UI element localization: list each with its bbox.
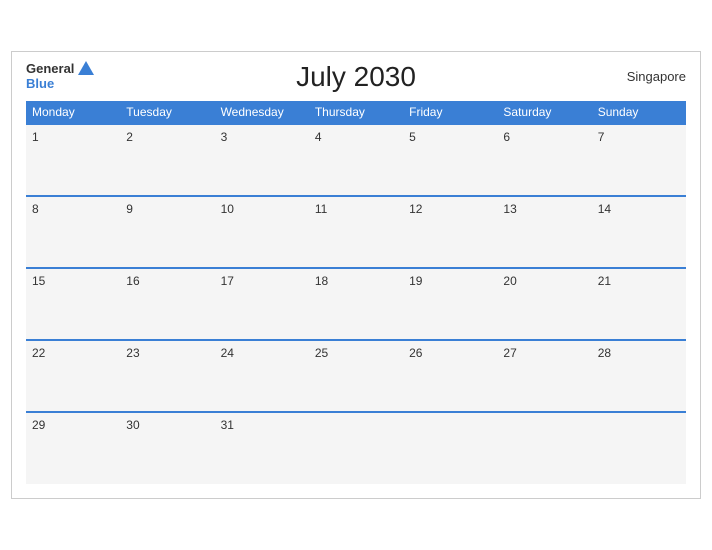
calendar-header-row: MondayTuesdayWednesdayThursdayFridaySatu… <box>26 101 686 124</box>
day-number: 30 <box>126 418 139 432</box>
day-number: 19 <box>409 274 422 288</box>
day-number: 20 <box>503 274 516 288</box>
day-number: 6 <box>503 130 510 144</box>
calendar-cell: 21 <box>592 268 686 340</box>
day-number: 5 <box>409 130 416 144</box>
calendar-cell: 14 <box>592 196 686 268</box>
calendar-cell: 24 <box>215 340 309 412</box>
calendar-grid: MondayTuesdayWednesdayThursdayFridaySatu… <box>26 101 686 484</box>
brand-triangle-icon <box>78 61 94 75</box>
calendar-cell: 12 <box>403 196 497 268</box>
calendar-cell: 25 <box>309 340 403 412</box>
calendar-cell: 22 <box>26 340 120 412</box>
calendar-cell: 2 <box>120 124 214 196</box>
day-number: 25 <box>315 346 328 360</box>
day-number: 1 <box>32 130 39 144</box>
calendar-body: 1234567891011121314151617181920212223242… <box>26 124 686 484</box>
calendar-cell <box>497 412 591 484</box>
calendar-title: July 2030 <box>296 61 416 93</box>
col-header-saturday: Saturday <box>497 101 591 124</box>
day-number: 9 <box>126 202 133 216</box>
calendar-cell: 27 <box>497 340 591 412</box>
calendar-cell: 26 <box>403 340 497 412</box>
day-number: 22 <box>32 346 45 360</box>
calendar-cell: 11 <box>309 196 403 268</box>
calendar-cell: 23 <box>120 340 214 412</box>
day-number: 23 <box>126 346 139 360</box>
day-number: 16 <box>126 274 139 288</box>
calendar-cell: 5 <box>403 124 497 196</box>
calendar-cell: 4 <box>309 124 403 196</box>
brand-blue-text: Blue <box>26 77 54 91</box>
calendar-cell <box>592 412 686 484</box>
day-number: 17 <box>221 274 234 288</box>
day-number: 2 <box>126 130 133 144</box>
day-number: 15 <box>32 274 45 288</box>
day-number: 12 <box>409 202 422 216</box>
calendar-cell: 31 <box>215 412 309 484</box>
col-header-monday: Monday <box>26 101 120 124</box>
calendar-cell: 10 <box>215 196 309 268</box>
calendar-cell: 17 <box>215 268 309 340</box>
day-number: 3 <box>221 130 228 144</box>
day-number: 13 <box>503 202 516 216</box>
calendar-week-1: 1 2 3 4 5 6 7 <box>26 124 686 196</box>
calendar-cell: 20 <box>497 268 591 340</box>
calendar-cell: 30 <box>120 412 214 484</box>
col-header-tuesday: Tuesday <box>120 101 214 124</box>
calendar-cell: 3 <box>215 124 309 196</box>
calendar-cell: 29 <box>26 412 120 484</box>
calendar-cell: 15 <box>26 268 120 340</box>
col-header-friday: Friday <box>403 101 497 124</box>
calendar-region: Singapore <box>627 69 686 84</box>
calendar-cell <box>309 412 403 484</box>
calendar-cell <box>403 412 497 484</box>
day-number: 28 <box>598 346 611 360</box>
brand-general-text: General <box>26 62 74 76</box>
day-number: 26 <box>409 346 422 360</box>
day-number: 24 <box>221 346 234 360</box>
col-header-sunday: Sunday <box>592 101 686 124</box>
day-number: 29 <box>32 418 45 432</box>
calendar-cell: 13 <box>497 196 591 268</box>
calendar-cell: 9 <box>120 196 214 268</box>
day-number: 31 <box>221 418 234 432</box>
day-number: 18 <box>315 274 328 288</box>
calendar-week-3: 15 16 17 18 19 20 21 <box>26 268 686 340</box>
calendar-cell: 1 <box>26 124 120 196</box>
brand-logo-area: General Blue <box>26 62 94 91</box>
day-number: 27 <box>503 346 516 360</box>
calendar-week-5: 29 30 31 <box>26 412 686 484</box>
col-header-wednesday: Wednesday <box>215 101 309 124</box>
calendar-header: General Blue July 2030 Singapore <box>26 62 686 91</box>
calendar-cell: 7 <box>592 124 686 196</box>
calendar-week-4: 22 23 24 25 26 27 28 <box>26 340 686 412</box>
calendar-container: General Blue July 2030 Singapore MondayT… <box>11 51 701 499</box>
day-number: 10 <box>221 202 234 216</box>
day-number: 11 <box>315 202 327 216</box>
day-number: 4 <box>315 130 322 144</box>
calendar-cell: 6 <box>497 124 591 196</box>
day-number: 14 <box>598 202 611 216</box>
calendar-cell: 28 <box>592 340 686 412</box>
day-number: 7 <box>598 130 605 144</box>
calendar-week-2: 8 9 10 11 12 13 14 <box>26 196 686 268</box>
day-number: 8 <box>32 202 39 216</box>
day-number: 21 <box>598 274 611 288</box>
calendar-cell: 18 <box>309 268 403 340</box>
calendar-cell: 8 <box>26 196 120 268</box>
calendar-cell: 16 <box>120 268 214 340</box>
col-header-thursday: Thursday <box>309 101 403 124</box>
calendar-cell: 19 <box>403 268 497 340</box>
